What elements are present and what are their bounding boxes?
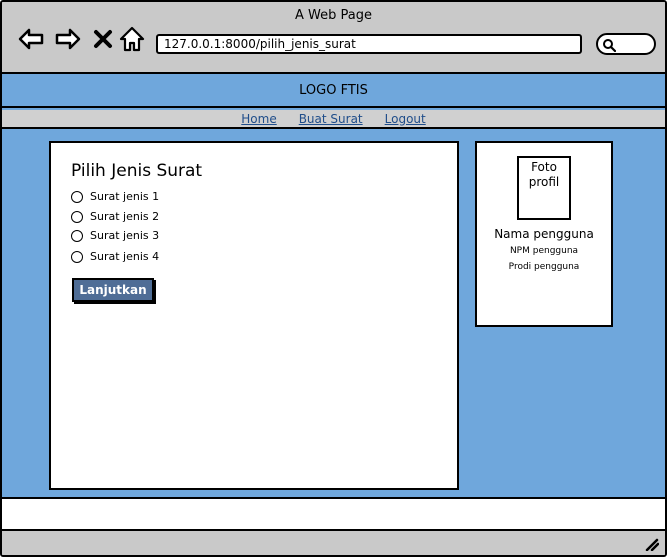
user-profile-card: Foto profil Nama pengguna NPM pengguna P… — [475, 141, 613, 327]
radio-button[interactable] — [71, 229, 83, 242]
browser-search-input[interactable] — [596, 33, 656, 55]
letter-type-form: Pilih Jenis Surat Surat jenis 1 Surat je… — [49, 141, 459, 490]
logo-header: LOGO FTIS — [2, 74, 665, 108]
photo-label-line-2: profil — [528, 175, 560, 189]
back-arrow-icon[interactable] — [16, 24, 46, 54]
window-title: A Web Page — [295, 8, 372, 23]
browser-status-bar — [2, 529, 665, 555]
user-name: Nama pengguna — [494, 227, 594, 241]
radio-label: Surat jenis 3 — [90, 229, 160, 242]
resize-grip-icon[interactable] — [643, 535, 659, 551]
radio-button[interactable] — [71, 210, 83, 223]
user-prodi: Prodi pengguna — [508, 262, 580, 272]
home-icon[interactable] — [117, 24, 147, 54]
radio-option-surat-3[interactable]: Surat jenis 3 — [71, 229, 159, 242]
radio-label: Surat jenis 1 — [90, 190, 160, 203]
main-nav: Home Buat Surat Logout — [2, 110, 665, 129]
nav-buat-surat-link[interactable]: Buat Surat — [299, 112, 363, 126]
photo-label-line-1: Foto — [531, 160, 557, 174]
radio-button[interactable] — [71, 250, 83, 263]
page-footer — [2, 497, 665, 529]
logo-text: LOGO FTIS — [299, 82, 368, 98]
radio-option-surat-2[interactable]: Surat jenis 2 — [71, 210, 159, 223]
radio-label: Surat jenis 2 — [90, 210, 160, 223]
browser-chrome: A Web Page 127.0.0.1:8000/pilih_jenis_su… — [2, 2, 665, 74]
continue-button[interactable]: Lanjutkan — [72, 278, 154, 302]
profile-photo-placeholder: Foto profil — [517, 156, 571, 220]
nav-logout-link[interactable]: Logout — [385, 112, 426, 126]
user-npm: NPM pengguna — [509, 246, 579, 256]
search-icon — [603, 39, 616, 52]
forward-arrow-icon[interactable] — [53, 24, 83, 54]
radio-option-surat-1[interactable]: Surat jenis 1 — [71, 190, 159, 203]
radio-button[interactable] — [71, 190, 83, 203]
page-content: LOGO FTIS Home Buat Surat Logout Pilih J… — [2, 74, 665, 497]
radio-option-surat-4[interactable]: Surat jenis 4 — [71, 250, 159, 263]
radio-label: Surat jenis 4 — [90, 250, 160, 263]
close-x-icon[interactable] — [88, 24, 118, 54]
form-title: Pilih Jenis Surat — [71, 161, 203, 181]
nav-home-link[interactable]: Home — [241, 112, 276, 126]
url-input[interactable]: 127.0.0.1:8000/pilih_jenis_surat — [156, 34, 582, 54]
browser-window: A Web Page 127.0.0.1:8000/pilih_jenis_su… — [0, 0, 667, 557]
